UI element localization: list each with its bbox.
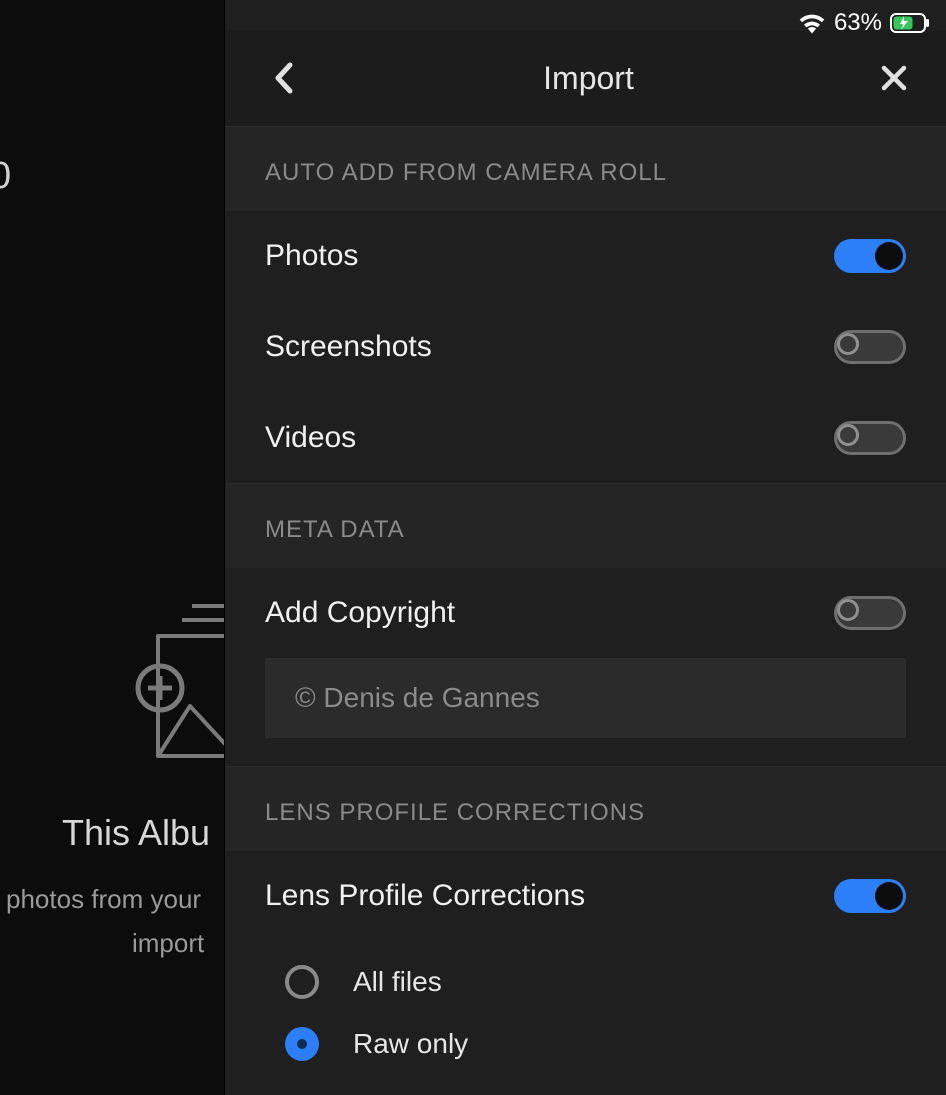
- close-icon: [880, 64, 908, 92]
- section-header-lens: LENS PROFILE CORRECTIONS: [225, 766, 946, 851]
- background-title-fragment: This Albu: [62, 812, 210, 854]
- radio-item-all-files[interactable]: All files: [285, 951, 906, 1013]
- radio-label-raw-only: Raw only: [353, 1028, 468, 1060]
- lens-radio-group: All files Raw only: [225, 941, 946, 1095]
- status-bar: 63%: [798, 0, 946, 40]
- background-subtitle-line2: import: [132, 928, 204, 959]
- wifi-icon: [798, 12, 826, 34]
- label-add-copyright: Add Copyright: [265, 596, 455, 630]
- background-album-view: 0 This Albu photos from your import: [0, 0, 224, 1095]
- import-settings-panel: Import AUTO ADD FROM CAMERA ROLL Photos …: [224, 0, 946, 1095]
- row-videos: Videos: [225, 392, 946, 483]
- section-header-auto-add: AUTO ADD FROM CAMERA ROLL: [225, 127, 946, 211]
- toggle-lens-corrections[interactable]: [834, 879, 906, 913]
- radio-raw-only: [285, 1027, 319, 1061]
- label-screenshots: Screenshots: [265, 330, 432, 364]
- chevron-left-icon: [272, 61, 294, 95]
- label-photos: Photos: [265, 239, 358, 273]
- back-button[interactable]: [261, 56, 305, 100]
- radio-label-all-files: All files: [353, 966, 442, 998]
- toggle-screenshots[interactable]: [834, 330, 906, 364]
- row-lens-corrections: Lens Profile Corrections: [225, 851, 946, 941]
- panel-title: Import: [543, 60, 634, 97]
- close-button[interactable]: [872, 56, 916, 100]
- label-videos: Videos: [265, 421, 356, 455]
- row-photos: Photos: [225, 211, 946, 301]
- background-count-fragment: 0: [0, 155, 11, 198]
- panel-header: Import: [225, 30, 946, 127]
- battery-icon: [890, 13, 930, 33]
- row-copyright-text: [225, 658, 946, 766]
- row-add-copyright: Add Copyright: [225, 568, 946, 658]
- toggle-videos[interactable]: [834, 421, 906, 455]
- battery-percent-label: 63%: [834, 9, 882, 37]
- radio-all-files: [285, 965, 319, 999]
- section-header-meta: META DATA: [225, 483, 946, 568]
- label-lens-corrections: Lens Profile Corrections: [265, 879, 585, 913]
- add-photos-icon: [130, 596, 224, 771]
- toggle-photos[interactable]: [834, 239, 906, 273]
- background-subtitle-line1: photos from your: [6, 884, 201, 915]
- toggle-add-copyright[interactable]: [834, 596, 906, 630]
- row-screenshots: Screenshots: [225, 301, 946, 392]
- copyright-input[interactable]: [265, 658, 906, 738]
- radio-item-raw-only[interactable]: Raw only: [285, 1013, 906, 1075]
